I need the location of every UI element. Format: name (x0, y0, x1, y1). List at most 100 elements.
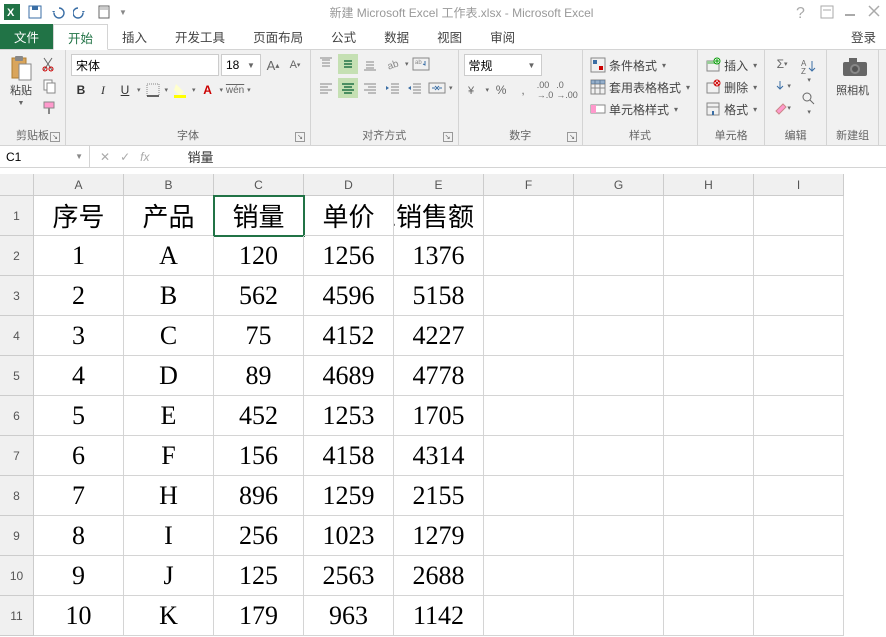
cell[interactable]: 120 (214, 236, 304, 276)
row-header[interactable]: 3 (0, 276, 34, 316)
cell[interactable]: 3 (34, 316, 124, 356)
cell[interactable] (664, 316, 754, 356)
italic-button[interactable]: I (93, 80, 113, 100)
cell[interactable] (574, 516, 664, 556)
cell[interactable]: 1279 (394, 516, 484, 556)
align-bottom-icon[interactable] (360, 54, 380, 74)
comma-format-icon[interactable]: , (513, 80, 533, 100)
camera-button[interactable]: 照相机 (832, 54, 873, 100)
dialog-launcher-icon[interactable] (295, 132, 305, 142)
cell[interactable]: 4689 (304, 356, 394, 396)
column-header[interactable]: H (664, 174, 754, 196)
cell[interactable]: D (124, 356, 214, 396)
cell[interactable] (664, 236, 754, 276)
font-name-input[interactable] (72, 58, 235, 72)
cell[interactable]: 4158 (304, 436, 394, 476)
tab-home[interactable]: 开始 (53, 24, 108, 50)
cell[interactable]: 1259 (304, 476, 394, 516)
cell[interactable] (484, 356, 574, 396)
cell[interactable]: 8 (34, 516, 124, 556)
bold-button[interactable]: B (71, 80, 91, 100)
cell[interactable]: 4314 (394, 436, 484, 476)
cell[interactable] (574, 276, 664, 316)
align-left-icon[interactable] (316, 78, 336, 98)
cell[interactable] (664, 436, 754, 476)
chevron-down-icon[interactable]: ▼ (244, 61, 258, 70)
cell[interactable] (574, 196, 664, 236)
cancel-icon[interactable]: ✕ (100, 150, 110, 164)
cell[interactable]: 4778 (394, 356, 484, 396)
row-header[interactable]: 5 (0, 356, 34, 396)
cell[interactable] (574, 356, 664, 396)
column-header[interactable]: B (124, 174, 214, 196)
cell[interactable] (754, 596, 844, 636)
cut-icon[interactable] (40, 54, 60, 74)
decrease-font-icon[interactable]: A▾ (285, 55, 305, 75)
tab-page-layout[interactable]: 页面布局 (239, 24, 317, 49)
align-middle-icon[interactable] (338, 54, 358, 74)
cell[interactable] (754, 196, 844, 236)
row-header[interactable]: 8 (0, 476, 34, 516)
column-header[interactable]: A (34, 174, 124, 196)
enter-icon[interactable]: ✓ (120, 150, 130, 164)
cell[interactable] (484, 236, 574, 276)
cell[interactable]: 896 (214, 476, 304, 516)
cell[interactable]: 4596 (304, 276, 394, 316)
cell[interactable] (484, 316, 574, 356)
cell[interactable]: 2155 (394, 476, 484, 516)
chevron-down-icon[interactable]: ▼ (75, 152, 83, 161)
accounting-format-icon[interactable]: ¥ (464, 80, 484, 100)
cell[interactable]: I (124, 516, 214, 556)
fill-color-icon[interactable] (170, 80, 190, 100)
name-box[interactable]: C1▼ (0, 146, 90, 167)
cell[interactable]: 963 (304, 596, 394, 636)
number-format-combo[interactable]: ▼ (464, 54, 542, 76)
cell[interactable] (664, 276, 754, 316)
column-header[interactable]: F (484, 174, 574, 196)
cell[interactable] (664, 476, 754, 516)
format-cells-button[interactable]: 格式▾ (703, 98, 759, 120)
cell[interactable]: 452 (214, 396, 304, 436)
delete-cells-button[interactable]: 删除▾ (703, 76, 759, 98)
cell[interactable] (574, 476, 664, 516)
calculator-icon[interactable] (96, 4, 112, 20)
cell[interactable]: 256 (214, 516, 304, 556)
cell[interactable]: 5 (34, 396, 124, 436)
cell[interactable] (574, 556, 664, 596)
close-icon[interactable] (868, 5, 882, 19)
font-size-input[interactable] (222, 58, 244, 72)
cell[interactable] (484, 556, 574, 596)
find-select-icon[interactable]: ▾ (797, 88, 821, 118)
insert-cells-button[interactable]: 插入▾ (703, 54, 759, 76)
cell[interactable]: 总销售额 (394, 196, 484, 236)
cell[interactable]: 2563 (304, 556, 394, 596)
cell[interactable] (484, 436, 574, 476)
row-header[interactable]: 1 (0, 196, 34, 236)
cell[interactable] (754, 396, 844, 436)
cell[interactable]: 1253 (304, 396, 394, 436)
cell[interactable]: 6 (34, 436, 124, 476)
cell[interactable]: 1023 (304, 516, 394, 556)
cell[interactable]: 7 (34, 476, 124, 516)
row-header[interactable]: 10 (0, 556, 34, 596)
cell[interactable] (754, 356, 844, 396)
cell[interactable]: 10 (34, 596, 124, 636)
cell[interactable]: 4152 (304, 316, 394, 356)
cell[interactable] (664, 396, 754, 436)
font-size-combo[interactable]: ▼ (221, 54, 261, 76)
column-header[interactable]: G (574, 174, 664, 196)
cell[interactable] (754, 516, 844, 556)
column-header[interactable]: D (304, 174, 394, 196)
fill-icon[interactable]: ▾ (770, 76, 794, 96)
clear-icon[interactable]: ▾ (770, 98, 794, 118)
merge-center-icon[interactable] (427, 78, 447, 98)
save-icon[interactable] (27, 4, 43, 20)
cell[interactable] (754, 476, 844, 516)
phonetic-guide-icon[interactable]: wén (225, 80, 245, 100)
row-header[interactable]: 6 (0, 396, 34, 436)
cell[interactable] (484, 596, 574, 636)
row-header[interactable]: 7 (0, 436, 34, 476)
minimize-icon[interactable] (844, 5, 858, 19)
font-color-icon[interactable]: A (198, 80, 218, 100)
cell[interactable] (484, 196, 574, 236)
